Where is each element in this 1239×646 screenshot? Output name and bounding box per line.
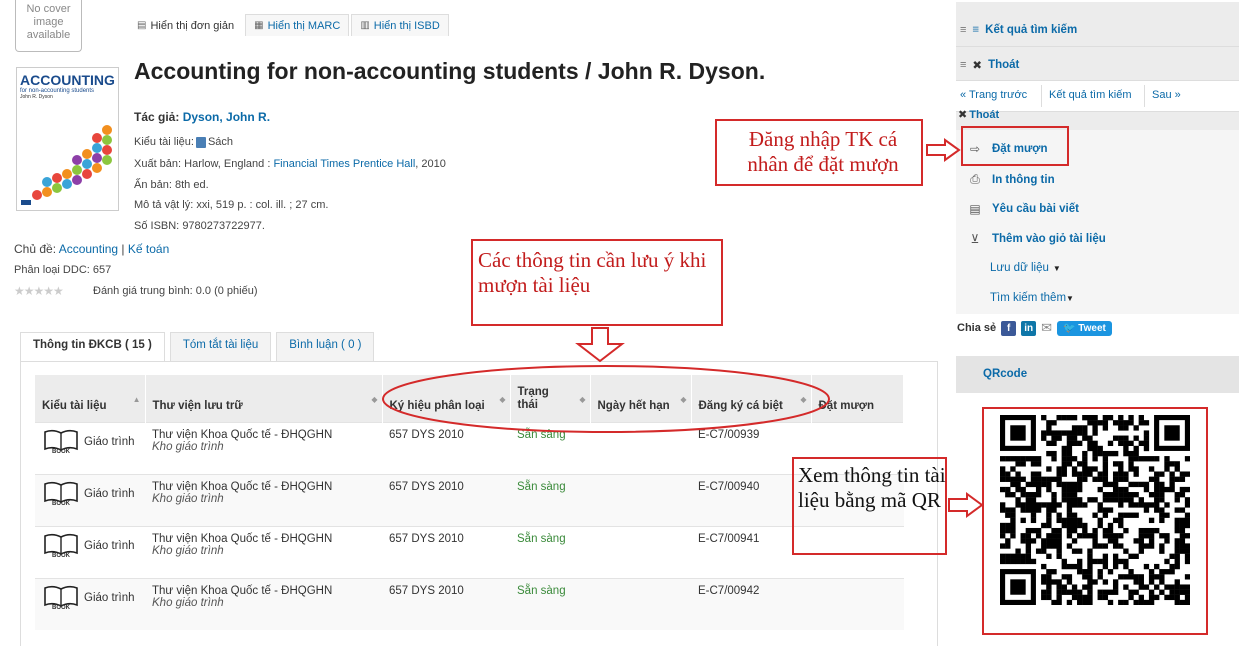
exit-link-2[interactable]: ✖ Thoát <box>958 108 999 122</box>
search-results-link[interactable]: ≡ ≡ Kết quả tìm kiếm <box>960 24 1077 36</box>
linkedin-icon[interactable]: in <box>1021 320 1037 336</box>
cover-art <box>21 125 112 205</box>
cover-title: ACCOUNTING <box>20 72 115 88</box>
cart-icon: ⊻ <box>970 232 980 246</box>
view-tabs: ▤ Hiển thị đơn giản ▦ Hiển thị MARC ▥ Hiển … <box>128 14 451 36</box>
type-field: Kiểu tài liệu: Sách <box>134 136 234 148</box>
sort-icon: ◆ <box>371 395 378 404</box>
cell-callno: 657 DYS 2010 <box>382 525 510 578</box>
physical-field: Mô tả vật lý: xxi, 519 p. : col. ill. ; … <box>134 199 329 211</box>
col-type[interactable]: Kiểu tài liệu ▲ <box>35 375 146 422</box>
cell-library: Thư viện Khoa Quốc tế - ĐHQGHN Kho giáo t… <box>145 577 382 630</box>
cell-due <box>590 525 691 578</box>
request-icon: ▤ <box>969 202 981 216</box>
tweet-button[interactable]: 🐦 Tweet <box>1057 320 1112 336</box>
facebook-icon[interactable]: f <box>1001 320 1017 336</box>
page-icon: ▤ <box>137 20 147 31</box>
tab-comments[interactable]: Bình luận ( 0 ) <box>276 332 375 361</box>
email-icon[interactable]: ✉ <box>1041 320 1052 336</box>
arrow-down-icon <box>575 327 625 363</box>
cell-callno: 657 DYS 2010 <box>382 473 510 526</box>
cell-library: Thư viện Khoa Quốc tế - ĐHQGHN Kho giáo t… <box>145 421 382 474</box>
cell-type: BOOK Giáo trình <box>35 421 145 474</box>
col-library[interactable]: Thư viện lưu trữ ◆ <box>145 375 383 422</box>
annotation-info-text: Các thông tin cần lưu ý khi mượn tài liệ… <box>478 248 718 298</box>
print-button[interactable]: ⎙ In thông tin <box>968 172 1054 187</box>
annotation-ellipse <box>382 365 830 433</box>
grid-icon: ▦ <box>254 20 264 31</box>
cell-status: Sẵn sàng <box>510 577 590 630</box>
menu-icon: ≡ <box>960 24 967 36</box>
save-data-dropdown[interactable]: Lưu dữ liệu ▼ <box>990 262 1061 274</box>
edition-field: Ấn bản: 8th ed. <box>134 179 209 191</box>
subject-link-accounting[interactable]: Accounting <box>59 242 118 256</box>
holdings-tabs: Thông tin ĐKCB ( 15 ) Tóm tắt tài liệu B… <box>20 332 379 361</box>
cell-type: BOOK Giáo trình <box>35 577 145 630</box>
tab-holdings[interactable]: Thông tin ĐKCB ( 15 ) <box>20 332 165 361</box>
sort-asc-icon: ▲ <box>132 395 141 404</box>
add-to-cart-button[interactable]: ⊻ Thêm vào giỏ tài liệu <box>968 232 1106 246</box>
subject-link-ketoan[interactable]: Kế toán <box>128 242 169 256</box>
rating-stars[interactable]: ★★★★★ <box>14 284 64 298</box>
ddc-field: Phân loại DDC: 657 <box>14 264 112 276</box>
results-link[interactable]: Kết quả tìm kiếm <box>1049 89 1132 101</box>
cell-status: Sẵn sàng <box>510 525 590 578</box>
caret-down-icon: ▼ <box>1066 293 1074 303</box>
cell-library: Thư viện Khoa Quốc tế - ĐHQGHN Kho giáo t… <box>145 473 382 526</box>
exit-link[interactable]: ≡ ✖ Thoát <box>960 58 1019 72</box>
publisher-link[interactable]: Financial Times Prentice Hall <box>273 158 415 170</box>
cell-library: Thư viện Khoa Quốc tế - ĐHQGHN Kho giáo t… <box>145 525 382 578</box>
rating-label: Đánh giá trung bình: 0.0 (0 phiếu) <box>93 285 258 297</box>
author-link[interactable]: Dyson, John R. <box>183 110 270 124</box>
close-icon: ✖ <box>958 109 968 121</box>
cell-due <box>590 577 691 630</box>
cell-barcode: E-C7/00942 <box>691 577 811 630</box>
cell-type: BOOK Giáo trình <box>35 525 145 578</box>
request-article-button[interactable]: ▤ Yêu cầu bài viết <box>968 202 1079 216</box>
caret-down-icon: ▼ <box>1052 263 1061 273</box>
arrow-right-icon <box>926 138 961 162</box>
author-field: Tác giả: Dyson, John R. <box>134 110 271 124</box>
more-search-dropdown[interactable]: Tìm kiếm thêm ▼ <box>990 292 1074 304</box>
book-icon: BOOK <box>42 533 80 559</box>
twitter-icon: 🐦 <box>1063 322 1076 334</box>
book-icon: BOOK <box>42 585 80 611</box>
book-icon: BOOK <box>42 429 80 455</box>
subject-field: Chủ đề: Accounting | Kế toán <box>14 242 170 256</box>
book-cover-image: ACCOUNTING for non-accounting students J… <box>16 67 119 211</box>
tab-marc-view[interactable]: ▦ Hiển thị MARC <box>245 14 350 36</box>
table-row: BOOK Giáo trình Thư viện Khoa Quốc tế - ĐH… <box>35 525 904 578</box>
annotation-qr-text: Xem thông tin tài liệu bằng mã QR <box>798 463 946 512</box>
no-cover-placeholder: No cover image available <box>15 0 82 52</box>
record-title: Accounting for non-accounting students /… <box>134 58 766 84</box>
cell-type: BOOK Giáo trình <box>35 473 145 526</box>
arrow-right-icon <box>948 492 984 518</box>
qr-title: QRcode <box>956 356 1239 393</box>
annotation-reserve-box <box>961 126 1069 166</box>
print-icon: ⎙ <box>970 172 980 186</box>
isbn-field: Số ISBN: 9780273722977. <box>134 220 265 232</box>
cell-callno: 657 DYS 2010 <box>382 577 510 630</box>
tab-summary[interactable]: Tóm tắt tài liệu <box>169 332 272 361</box>
menu-icon: ≡ <box>960 59 967 71</box>
book-icon: BOOK <box>42 481 80 507</box>
tab-isbd-view[interactable]: ▥ Hiển thị ISBD <box>351 14 449 36</box>
cell-status: Sẵn sàng <box>510 473 590 526</box>
cell-due <box>590 473 691 526</box>
list-icon: ▥ <box>360 20 370 31</box>
publisher-field: Xuất bản: Harlow, England : Financial Ti… <box>134 158 446 170</box>
cell-reserve <box>811 577 904 630</box>
prev-record-link[interactable]: « Trang trước <box>960 89 1027 101</box>
close-icon: ✖ <box>972 60 983 72</box>
tab-simple-view[interactable]: ▤ Hiển thị đơn giản <box>128 14 244 36</box>
table-row: BOOK Giáo trình Thư viện Khoa Quốc tế - ĐH… <box>35 473 904 526</box>
annotation-login-text: Đăng nhập TK cá nhân để đặt mượn <box>728 127 918 177</box>
share-bar: Chia sẻ f in ✉ 🐦 Tweet <box>957 320 1112 336</box>
book-type-icon <box>195 136 206 148</box>
next-record-link[interactable]: Sau » <box>1152 89 1181 101</box>
annotation-qr-frame <box>982 407 1208 635</box>
table-row: BOOK Giáo trình Thư viện Khoa Quốc tế - ĐH… <box>35 577 904 630</box>
